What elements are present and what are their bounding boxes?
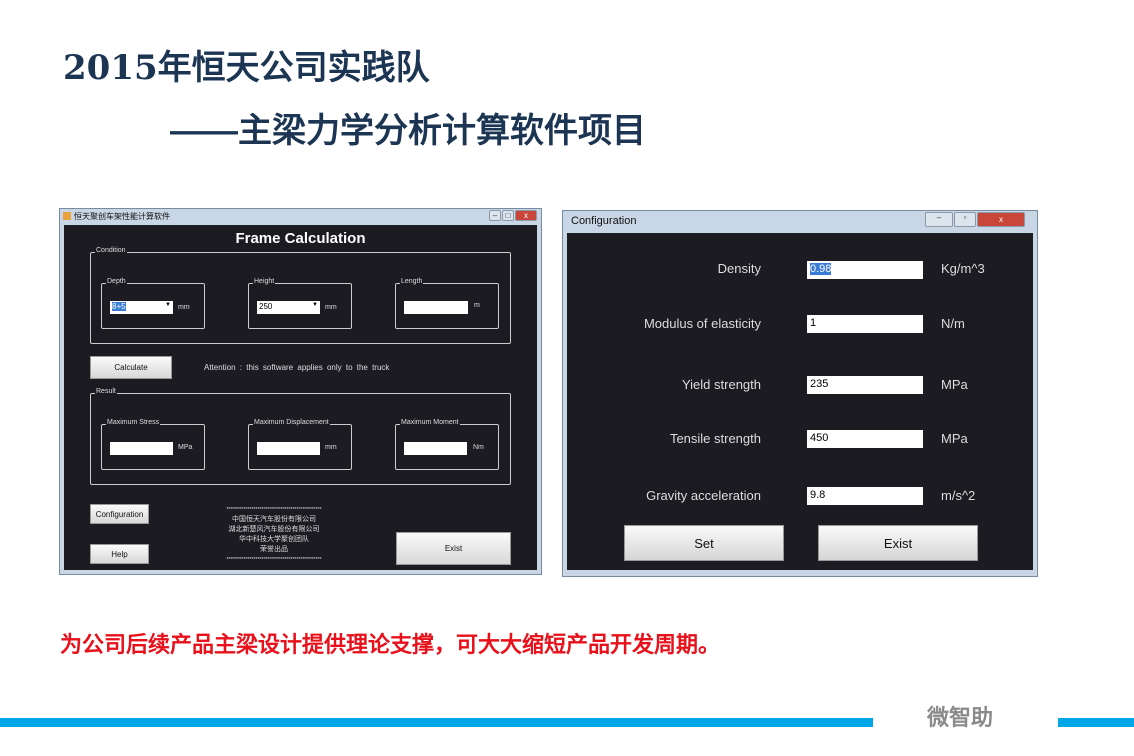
max-stress-group: Maximum Stress MPa [101, 419, 205, 470]
window-body: Frame Calculation Condition Depth 8+5 ▼ m… [64, 225, 537, 570]
slide-subtitle: ——主梁力学分析计算软件项目 [170, 112, 646, 150]
close-button[interactable]: x [515, 210, 537, 221]
result-group: Result Maximum Stress MPa Maximum Displa… [90, 388, 511, 485]
max-stress-unit: MPa [178, 444, 193, 451]
height-select[interactable]: 250 ▼ [257, 301, 320, 314]
max-stress-label: Maximum Stress [106, 419, 161, 426]
minimize-button[interactable]: – [489, 210, 501, 221]
max-displacement-output[interactable] [257, 442, 320, 455]
frame-calculation-window: 恒天聚创车架性能计算软件 – □ x Frame Calculation Condi… [59, 208, 542, 575]
max-stress-output[interactable] [110, 442, 173, 455]
depth-value: 8+5 [112, 302, 126, 311]
set-button[interactable]: Set [624, 525, 784, 561]
max-moment-label: Maximum Moment [400, 419, 460, 426]
max-moment-group: Maximum Moment Nm [395, 419, 499, 470]
yield-strength-label: Yield strength [681, 377, 761, 392]
maximize-button[interactable]: ▫ [954, 212, 976, 227]
modulus-label: Modulus of elasticity [643, 316, 761, 331]
credit-line: 湖北新楚风汽车股份有限公司 [228, 526, 320, 533]
height-unit: mm [325, 304, 337, 311]
exist-button[interactable]: Exist [818, 525, 978, 561]
length-label: Length [400, 278, 424, 285]
close-button[interactable]: x [977, 212, 1025, 227]
length-input[interactable] [404, 301, 468, 314]
density-input[interactable]: 0.98 [807, 261, 923, 279]
credits: ****************************************… [194, 505, 354, 565]
calculate-button[interactable]: Calculate [90, 356, 172, 379]
density-value: 0.98 [810, 263, 832, 275]
density-label: Density [717, 261, 761, 276]
max-displacement-unit: mm [325, 444, 337, 451]
title-bar: Configuration – ▫ x [563, 211, 1037, 233]
modulus-unit: N/m [941, 316, 965, 331]
tensile-strength-input[interactable]: 450 [807, 430, 923, 448]
stars-top: ****************************************… [226, 507, 322, 513]
gravity-input[interactable]: 9.8 [807, 487, 923, 505]
result-label: Result [95, 388, 117, 395]
depth-select[interactable]: 8+5 ▼ [110, 301, 173, 314]
app-icon [63, 212, 71, 220]
gravity-unit: m/s^2 [941, 488, 976, 503]
depth-unit: mm [178, 304, 190, 311]
max-moment-unit: Nm [473, 444, 484, 451]
configuration-window: Configuration – ▫ x Density 0.98 Kg/m^3 Mo… [562, 210, 1038, 577]
window-title: 恒天聚创车架性能计算软件 [74, 212, 170, 221]
configuration-button[interactable]: Configuration [90, 504, 149, 524]
max-displacement-group: Maximum Displacement mm [248, 419, 352, 470]
summary-text: 为公司后续产品主梁设计提供理论支撑，可大大缩短产品开发周期。 [60, 632, 721, 657]
footer-bar-left [0, 718, 873, 727]
gravity-label: Gravity acceleration [646, 488, 761, 503]
height-group: Height 250 ▼ mm [248, 278, 352, 329]
condition-group: Condition Depth 8+5 ▼ mm Height 250 ▼ mm L… [90, 247, 511, 344]
stars-bottom: ****************************************… [226, 557, 322, 563]
title-bar: 恒天聚创车架性能计算软件 – □ x [60, 209, 541, 223]
tensile-strength-label: Tensile strength [669, 431, 761, 446]
tensile-strength-unit: MPa [941, 431, 968, 446]
yield-strength-input[interactable]: 235 [807, 376, 923, 394]
window-title: Configuration [571, 215, 637, 227]
exist-button[interactable]: Exist [396, 532, 511, 565]
density-unit: Kg/m^3 [941, 261, 985, 276]
window-body: Density 0.98 Kg/m^3 Modulus of elasticit… [567, 233, 1033, 570]
credit-line: 华中科技大学聚创团队 [239, 536, 309, 543]
minimize-button[interactable]: – [925, 212, 953, 227]
chevron-down-icon: ▼ [312, 302, 318, 308]
modulus-input[interactable]: 1 [807, 315, 923, 333]
max-displacement-label: Maximum Displacement [253, 419, 330, 426]
yield-strength-unit: MPa [941, 377, 968, 392]
height-value: 250 [259, 302, 273, 311]
credit-line: 荣誉出品 [260, 546, 288, 553]
attention-text: Attention : this software applies only t… [204, 363, 390, 372]
condition-label: Condition [95, 247, 127, 254]
length-group: Length m [395, 278, 499, 329]
slide-title: 2015年恒天公司实践队 [63, 48, 430, 88]
chevron-down-icon: ▼ [165, 302, 171, 308]
depth-group: Depth 8+5 ▼ mm [101, 278, 205, 329]
depth-label: Depth [106, 278, 127, 285]
maximize-button[interactable]: □ [502, 210, 514, 221]
credit-line: 中国恒天汽车股份有限公司 [232, 516, 316, 523]
height-label: Height [253, 278, 276, 285]
max-moment-output[interactable] [404, 442, 467, 455]
length-unit: m [474, 302, 480, 309]
heading: Frame Calculation [235, 230, 366, 247]
footer-bar-right [1058, 718, 1134, 727]
footer-brand: 微智助 [927, 705, 994, 730]
help-button[interactable]: Help [90, 544, 149, 564]
